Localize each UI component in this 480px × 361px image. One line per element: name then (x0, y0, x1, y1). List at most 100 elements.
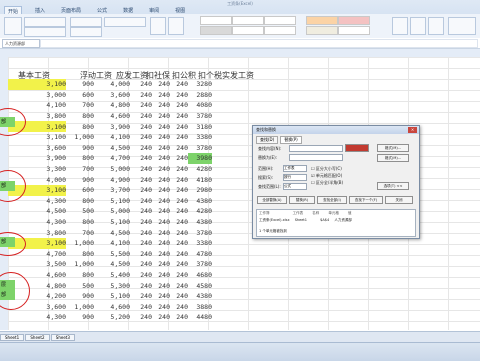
table-cell[interactable]: 240 (170, 132, 188, 143)
table-cell[interactable]: 500 (66, 206, 94, 217)
table-cell[interactable]: 240 (170, 227, 188, 238)
table-cell[interactable]: 800 (66, 153, 94, 164)
table-cell[interactable]: 240 (152, 227, 170, 238)
table-cell[interactable]: 4580 (188, 280, 212, 291)
table-cell[interactable]: 240 (130, 90, 152, 101)
table-cell[interactable]: 240 (170, 153, 188, 164)
sheet-tab[interactable]: Sheet1 (0, 334, 25, 341)
table-cell[interactable]: 240 (152, 132, 170, 143)
find-what-input[interactable] (289, 145, 343, 152)
table-cell[interactable]: 4380 (188, 291, 212, 302)
table-cell[interactable]: 240 (152, 206, 170, 217)
sheet-tab[interactable]: Sheet3 (50, 334, 75, 341)
replace-format-button[interactable]: 格式(M)... (377, 154, 409, 162)
find-format-preview[interactable] (345, 144, 369, 152)
table-cell[interactable]: 800 (66, 249, 94, 260)
table-cell[interactable]: 240 (170, 164, 188, 175)
results-row[interactable]: 工资条(Excel).xlsx Sheet1 $A$4 人力资源部 (259, 218, 352, 223)
table-cell[interactable]: 240 (152, 79, 170, 90)
table-cell[interactable]: 240 (170, 143, 188, 154)
style-output[interactable] (338, 26, 370, 35)
match-entire-checkbox[interactable]: ☑ 单元格匹配(O) (311, 173, 342, 179)
table-cell[interactable]: 3,600 (94, 90, 130, 101)
table-cell[interactable]: 4,500 (94, 259, 130, 270)
table-cell[interactable]: 240 (130, 111, 152, 122)
table-cell[interactable]: 240 (130, 164, 152, 175)
find-all-button[interactable]: 查找全部(I) (317, 196, 347, 204)
tab-find[interactable]: 查找(D) (256, 136, 279, 144)
table-cell[interactable]: 3,600 (8, 143, 66, 154)
table-cell[interactable]: 240 (170, 259, 188, 270)
table-cell[interactable]: 240 (152, 121, 170, 132)
table-cell[interactable]: 3,700 (94, 185, 130, 196)
table-cell[interactable]: 900 (66, 312, 94, 323)
table-cell[interactable]: 4180 (188, 174, 212, 185)
table-cell[interactable]: 240 (130, 153, 152, 164)
table-cell[interactable]: 3780 (188, 227, 212, 238)
table-cell[interactable]: 4,600 (94, 111, 130, 122)
name-box[interactable]: 人力资源部 (2, 39, 40, 48)
table-cell[interactable]: 240 (170, 111, 188, 122)
table-cell[interactable]: 4,100 (94, 238, 130, 249)
table-cell[interactable]: 240 (170, 196, 188, 207)
style-warn[interactable] (338, 16, 370, 25)
table-cell[interactable]: 240 (152, 174, 170, 185)
table-cell[interactable]: 240 (152, 259, 170, 270)
table-cell[interactable]: 5,000 (94, 164, 130, 175)
table-cell[interactable]: 240 (170, 280, 188, 291)
table-cell[interactable]: 4080 (188, 100, 212, 111)
table-cell[interactable]: 240 (170, 291, 188, 302)
table-cell[interactable]: 240 (152, 249, 170, 260)
table-cell[interactable]: 3,900 (94, 121, 130, 132)
table-cell[interactable]: 240 (152, 164, 170, 175)
table-cell[interactable]: 1,000 (66, 238, 94, 249)
table-cell[interactable]: 4,500 (8, 206, 66, 217)
table-cell[interactable]: 240 (130, 259, 152, 270)
replace-button[interactable]: 替换(R) (289, 196, 315, 204)
paste-button[interactable] (4, 17, 22, 35)
table-cell[interactable]: 4280 (188, 206, 212, 217)
table-cell[interactable]: 240 (130, 132, 152, 143)
table-cell[interactable]: 600 (66, 185, 94, 196)
table-cell[interactable]: 5,000 (94, 206, 130, 217)
table-cell[interactable]: 4280 (188, 164, 212, 175)
table-cell[interactable]: 800 (66, 270, 94, 281)
table-cell[interactable]: 600 (66, 90, 94, 101)
table-cell[interactable]: 240 (170, 301, 188, 312)
table-cell[interactable]: 4,500 (94, 227, 130, 238)
table-cell[interactable]: 4,900 (94, 174, 130, 185)
table-cell[interactable]: 3780 (188, 111, 212, 122)
table-cell[interactable]: 5,100 (94, 291, 130, 302)
table-cell[interactable]: 3980 (188, 153, 212, 164)
table-cell[interactable]: 900 (66, 174, 94, 185)
table-cell[interactable]: 1,000 (66, 301, 94, 312)
table-cell[interactable]: 700 (66, 100, 94, 111)
table-cell[interactable]: 4680 (188, 270, 212, 281)
insert-cells-button[interactable] (392, 17, 408, 35)
table-cell[interactable]: 240 (152, 185, 170, 196)
style-normal[interactable] (200, 16, 232, 25)
table-cell[interactable]: 1,000 (66, 259, 94, 270)
format-cells-button[interactable] (428, 17, 444, 35)
table-cell[interactable]: 800 (66, 111, 94, 122)
table-cell[interactable]: 5,100 (94, 196, 130, 207)
table-cell[interactable]: 4,300 (8, 217, 66, 228)
table-cell[interactable]: 240 (130, 100, 152, 111)
table-cell[interactable]: 240 (170, 100, 188, 111)
table-cell[interactable]: 240 (152, 301, 170, 312)
table-cell[interactable]: 240 (130, 121, 152, 132)
table-cell[interactable]: 4780 (188, 249, 212, 260)
table-cell[interactable]: 240 (130, 280, 152, 291)
table-cell[interactable]: 240 (170, 217, 188, 228)
font-format-buttons[interactable] (24, 27, 66, 37)
table-cell[interactable]: 240 (130, 206, 152, 217)
table-cell[interactable]: 240 (170, 79, 188, 90)
style-input[interactable] (232, 26, 264, 35)
table-cell[interactable]: 240 (152, 196, 170, 207)
table-cell[interactable]: 240 (170, 185, 188, 196)
within-select[interactable]: 工作表 (283, 165, 307, 172)
table-cell[interactable]: 240 (130, 217, 152, 228)
formula-input[interactable] (40, 39, 478, 48)
table-cell[interactable]: 240 (170, 174, 188, 185)
table-cell[interactable]: 240 (170, 312, 188, 323)
